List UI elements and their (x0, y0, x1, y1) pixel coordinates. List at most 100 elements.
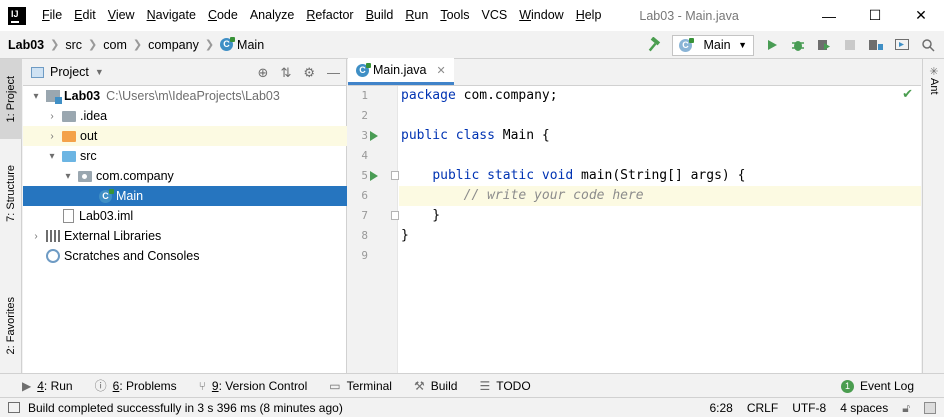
run-tool-button[interactable]: ▶ 4: Run (22, 379, 73, 393)
tree-item-lab03[interactable]: ▾ Lab03 C:\Users\m\IdeaProjects\Lab03 (23, 86, 347, 106)
menu-code[interactable]: Code (202, 0, 244, 31)
dropdown-arrow-icon: ▼ (738, 40, 747, 50)
project-path: C:\Users\m\IdeaProjects\Lab03 (106, 89, 280, 103)
indent-setting[interactable]: 4 spaces (840, 401, 888, 415)
line-number: 6 (361, 189, 368, 202)
menu-run[interactable]: Run (399, 0, 434, 31)
chevron-down-icon[interactable]: ▾ (45, 151, 59, 162)
keyword: public class (401, 128, 495, 143)
run-with-coverage-icon[interactable] (816, 37, 832, 53)
breadcrumb-main[interactable]: C Main (220, 37, 264, 52)
code-text: Main { (494, 128, 550, 143)
code-line: public class Main { (399, 126, 921, 146)
lock-icon[interactable]: 🔓︎ (902, 401, 910, 416)
terminal-tool-button[interactable]: ▭ Terminal (329, 379, 392, 393)
breadcrumb-company[interactable]: company (148, 38, 199, 52)
status-bar: Build completed successfully in 3 s 396 … (0, 397, 944, 417)
line-separator[interactable]: CRLF (747, 401, 778, 415)
tree-item-idea[interactable]: › .idea (23, 106, 347, 126)
build-tool-button[interactable]: ⚒ Build (414, 379, 457, 393)
menu-build[interactable]: Build (360, 0, 400, 31)
menu-file[interactable]: File (36, 0, 68, 31)
project-structure-icon[interactable] (868, 37, 884, 53)
ant-tool-button[interactable]: ✳ Ant (923, 65, 944, 105)
settings-gear-icon[interactable]: ⚙ (303, 65, 315, 81)
close-icon[interactable]: ✕ (437, 64, 446, 77)
chevron-right-icon[interactable]: › (45, 111, 59, 122)
tree-item-out[interactable]: › out (23, 126, 347, 146)
code-area[interactable]: package com.company; public class Main {… (399, 86, 921, 373)
chevron-right-icon: ❯ (132, 39, 143, 51)
menu-window[interactable]: Window (513, 0, 569, 31)
menu-refactor[interactable]: Refactor (300, 0, 359, 31)
locate-crosshair-icon[interactable]: ⊕ (258, 65, 269, 81)
stop-icon[interactable] (842, 37, 858, 53)
chevron-right-icon[interactable]: › (45, 131, 59, 142)
structure-tool-button[interactable]: 7: Structure (0, 151, 22, 235)
run-gutter-icon[interactable] (370, 131, 378, 141)
hide-panel-icon[interactable]: — (327, 65, 340, 80)
minimize-button[interactable]: — (806, 0, 852, 31)
menu-edit[interactable]: Edit (68, 0, 102, 31)
chevron-down-icon[interactable]: ▾ (61, 171, 75, 182)
package-icon (78, 170, 92, 182)
menu-help[interactable]: Help (570, 0, 608, 31)
fold-icon[interactable] (391, 171, 399, 180)
tab-main-java[interactable]: C Main.java ✕ (348, 58, 454, 85)
tree-item-src[interactable]: ▾ src (23, 146, 347, 166)
chevron-right-icon[interactable]: › (29, 231, 43, 242)
tree-item-lab03-iml[interactable]: Lab03.iml (23, 206, 347, 226)
menu-tools[interactable]: Tools (434, 0, 475, 31)
status-message[interactable]: Build completed successfully in 3 s 396 … (28, 401, 343, 415)
status-window-icon[interactable] (8, 402, 20, 413)
file-encoding[interactable]: UTF-8 (792, 401, 826, 415)
tree-item-label: Scratches and Consoles (64, 249, 200, 263)
favorites-tool-button[interactable]: 2: Favorites (0, 285, 22, 367)
no-problems-check-icon[interactable]: ✔ (902, 86, 913, 102)
event-log-button[interactable]: 1 Event Log (840, 374, 914, 398)
memory-indicator-icon[interactable] (924, 402, 936, 414)
menu-vcs[interactable]: VCS (476, 0, 514, 31)
window-controls: — ☐ ✕ (806, 0, 944, 31)
build-hammer-icon[interactable] (646, 37, 662, 53)
menu-view[interactable]: View (102, 0, 141, 31)
search-everywhere-icon[interactable] (920, 37, 936, 53)
close-button[interactable]: ✕ (898, 0, 944, 31)
menu-analyze[interactable]: Analyze (244, 0, 300, 31)
menu-navigate[interactable]: Navigate (141, 0, 202, 31)
tree-item-com-company[interactable]: ▾ com.company (23, 166, 347, 186)
run-configuration-select[interactable]: C Main ▼ (672, 34, 754, 56)
breadcrumb-src[interactable]: src (65, 38, 82, 52)
version-control-tool-button[interactable]: ⑂ 9: Version Control (199, 379, 308, 393)
caret-position[interactable]: 6:28 (709, 401, 732, 415)
run-toolbar: C Main ▼ (646, 31, 936, 59)
tool-label: Build (430, 378, 458, 393)
current-code-line: // write your code here (399, 186, 921, 206)
todo-tool-button[interactable]: ☰ TODO (479, 379, 530, 393)
tree-item-external-libraries[interactable]: › External Libraries (23, 226, 347, 246)
problems-tool-button[interactable]: ⓘ 6: Problems (95, 377, 177, 394)
project-tool-button[interactable]: 1: Project (0, 59, 22, 139)
tool-window-bar: ▶ 4: Run ⓘ 6: Problems ⑂ 9: Version Control… (0, 373, 944, 397)
tool-number: 4 (37, 378, 44, 393)
tree-item-label: Lab03 (64, 89, 101, 103)
run-icon[interactable] (764, 37, 780, 53)
breadcrumb-com[interactable]: com (103, 38, 127, 52)
tool-label: : Run (43, 378, 73, 393)
breadcrumb-project[interactable]: Lab03 (8, 38, 44, 52)
line-number: 9 (361, 249, 368, 262)
code-line: package com.company; (399, 86, 921, 106)
project-panel-title[interactable]: Project (50, 65, 89, 79)
maximize-button[interactable]: ☐ (852, 0, 898, 31)
collapse-all-icon[interactable]: ⇅ (280, 65, 291, 81)
run-gutter-icon[interactable] (370, 171, 378, 181)
dropdown-arrow-icon[interactable]: ▼ (95, 67, 104, 77)
chevron-down-icon[interactable]: ▾ (29, 91, 43, 102)
tree-item-scratches[interactable]: Scratches and Consoles (23, 246, 347, 266)
fold-icon[interactable] (391, 211, 399, 220)
code-comment: // write your code here (401, 188, 644, 203)
presentation-icon[interactable] (894, 37, 910, 53)
debug-icon[interactable] (790, 37, 806, 53)
tree-item-main[interactable]: C Main (23, 186, 347, 206)
